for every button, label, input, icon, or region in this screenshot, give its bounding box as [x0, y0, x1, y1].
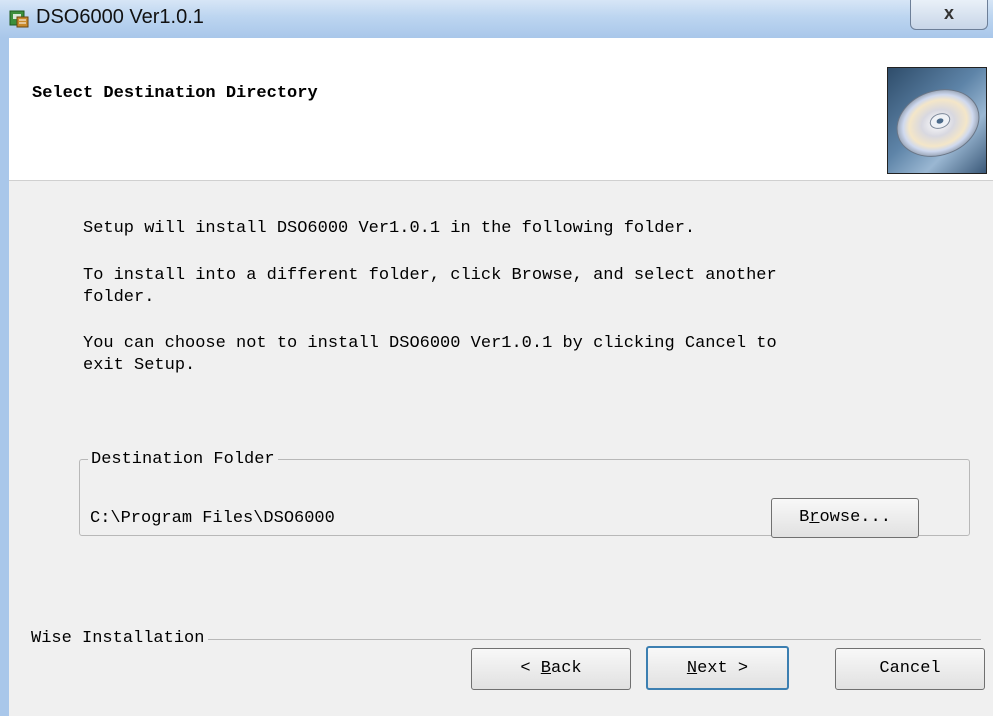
cd-disc-icon: [887, 67, 987, 174]
page-title: Select Destination Directory: [32, 84, 318, 103]
destination-path: C:\Program Files\DSO6000: [90, 509, 335, 528]
back-button[interactable]: < Back: [471, 648, 631, 690]
wise-installation-label: Wise Installation: [31, 629, 209, 648]
destination-folder-legend: Destination Folder: [91, 450, 275, 469]
dialog-body: Select Destination Directory Setup will …: [9, 38, 993, 716]
close-button[interactable]: x: [910, 0, 988, 30]
window-title: DSO6000 Ver1.0.1: [36, 6, 204, 28]
window-frame-left: [0, 38, 9, 716]
header-banner: Select Destination Directory: [9, 38, 993, 181]
cancel-hint-line-1: You can choose not to install DSO6000 Ve…: [83, 334, 777, 353]
close-icon: x: [943, 3, 954, 23]
browse-hint-line-2: folder.: [83, 288, 155, 307]
next-button[interactable]: Next >: [646, 646, 789, 690]
cancel-button[interactable]: Cancel: [835, 648, 985, 690]
browse-hint-line-1: To install into a different folder, clic…: [83, 266, 777, 285]
installer-icon: [9, 10, 29, 28]
cancel-hint-line-2: exit Setup.: [83, 356, 196, 375]
title-bar: DSO6000 Ver1.0.1 x: [0, 0, 993, 39]
browse-button[interactable]: Browse...: [771, 498, 919, 538]
intro-line: Setup will install DSO6000 Ver1.0.1 in t…: [83, 219, 696, 238]
